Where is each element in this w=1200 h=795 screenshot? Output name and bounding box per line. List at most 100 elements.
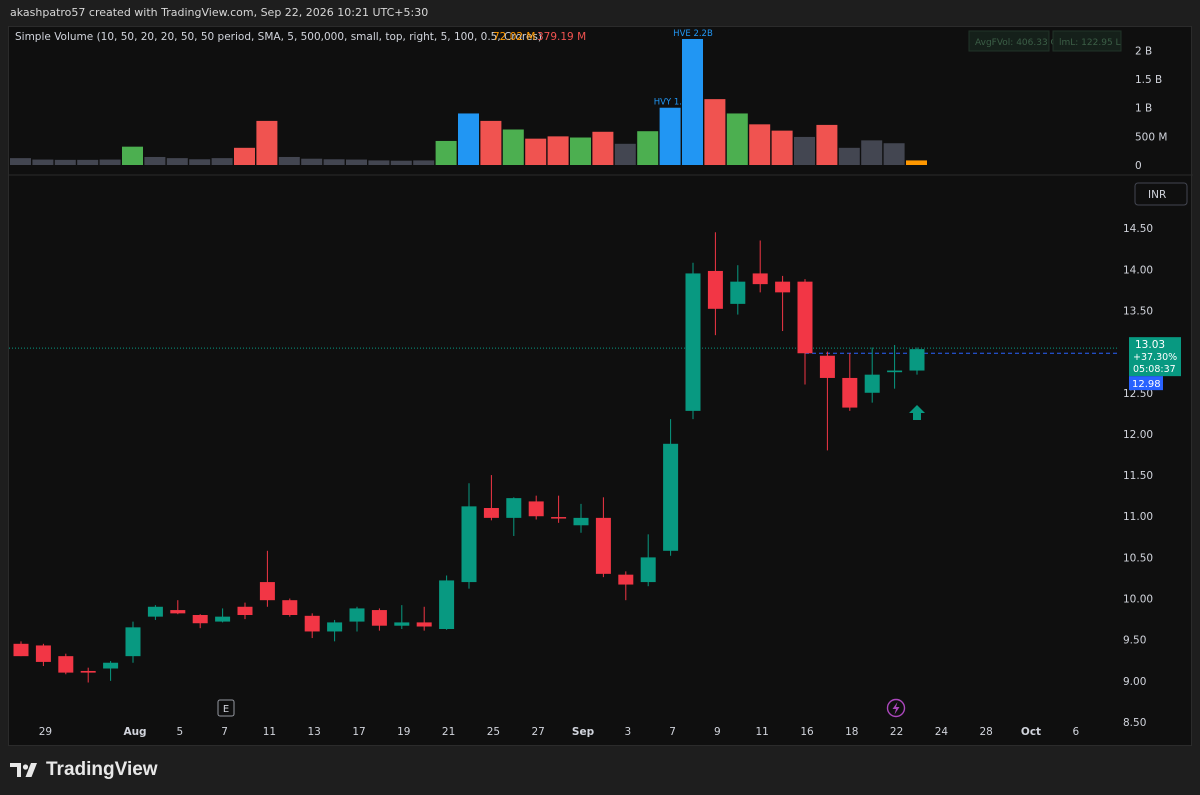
volume-bar [525, 138, 547, 165]
volume-bar [77, 159, 99, 165]
tradingview-logo-icon [10, 763, 37, 777]
candle-body [506, 498, 522, 518]
indicator-label: Simple Volume (10, 50, 20, 20, 50, 50 pe… [15, 31, 542, 43]
price-y-tick: 10.50 [1123, 552, 1153, 564]
candle-body [864, 374, 880, 393]
volume-bar [659, 107, 681, 165]
candle-body [416, 622, 432, 627]
price-y-tick: 9.50 [1123, 635, 1146, 647]
x-axis-tick: 19 [397, 726, 410, 738]
x-axis-tick: 9 [714, 726, 721, 738]
x-axis-tick: 3 [624, 726, 631, 738]
volume-bar [256, 120, 278, 165]
volume-bar [413, 160, 435, 165]
x-axis-tick: 6 [1072, 726, 1079, 738]
lml-text: lmL: 122.95 L [1059, 38, 1121, 48]
volume-bar [122, 146, 143, 165]
candle-body [640, 557, 656, 583]
x-axis-tick: 24 [935, 726, 949, 738]
currency-button-label[interactable]: INR [1148, 189, 1166, 201]
lightning-glyph-icon [892, 702, 900, 715]
candle-body [259, 582, 275, 601]
volume-bar [749, 124, 771, 165]
candle-body [327, 622, 343, 632]
volume-bar [99, 159, 121, 165]
volume-bar [771, 130, 793, 165]
volume-bar [234, 147, 255, 165]
x-axis-tick: 21 [442, 726, 455, 738]
volume-bar [861, 140, 883, 165]
volume-bar [480, 120, 502, 165]
x-axis-tick: 7 [669, 726, 676, 738]
x-axis-tick: Oct [1021, 726, 1041, 738]
candle-body [595, 517, 611, 574]
volume-bar [10, 158, 31, 165]
candle-body [13, 643, 29, 657]
candle-body [842, 377, 858, 408]
volume-y-tick: 0 [1135, 160, 1142, 172]
avgfvol-text: AvgFVol: 406.33 Cr [975, 38, 1061, 48]
candle-body [80, 670, 96, 673]
volume-bar [838, 147, 860, 165]
price-y-tick: 14.50 [1123, 223, 1153, 235]
price-y-tick: 12.00 [1123, 429, 1153, 441]
x-axis-tick: 17 [352, 726, 365, 738]
x-axis-tick: 7 [221, 726, 228, 738]
volume-bar [458, 113, 479, 165]
x-axis-tick: 27 [532, 726, 545, 738]
indicator-value-1: 72.02 M [493, 31, 535, 43]
x-axis-tick: 5 [176, 726, 183, 738]
header-caption: akashpatro57 created with TradingView.co… [10, 6, 429, 19]
volume-bar [637, 131, 659, 165]
volume-bar [435, 140, 457, 165]
volume-bar [547, 136, 569, 165]
volume-bar [189, 159, 211, 165]
volume-bar [278, 156, 300, 165]
prev-close-text: 12.98 [1132, 379, 1161, 390]
candle-body [461, 506, 477, 583]
chart-area[interactable]: Simple Volume (10, 50, 20, 20, 50, 50 pe… [8, 26, 1193, 746]
volume-bar [54, 159, 76, 165]
volume-bar [704, 99, 726, 165]
price-y-tick: 11.00 [1123, 511, 1153, 523]
x-axis-tick: 11 [263, 726, 276, 738]
volume-bar [346, 159, 367, 165]
candle-body [439, 580, 455, 629]
volume-bar [32, 159, 54, 165]
footer: TradingView [10, 757, 158, 783]
candle-body [103, 662, 119, 669]
candle-body [282, 600, 298, 615]
candle-body [215, 616, 231, 622]
buy-arrow-icon [909, 405, 925, 420]
hve-label: HVE 2.2B [673, 29, 713, 39]
candle-body [304, 615, 320, 632]
volume-bar [883, 143, 905, 165]
tradingview-frame: akashpatro57 created with TradingView.co… [0, 0, 1200, 795]
x-axis-tick: 13 [308, 726, 321, 738]
price-y-tick: 14.00 [1123, 264, 1153, 276]
volume-y-tick: 2 B [1135, 45, 1152, 57]
price-tag-change: +37.30% [1133, 352, 1177, 363]
volume-y-tick: 500 M [1135, 131, 1167, 143]
volume-bar [906, 160, 927, 165]
chart-svg: Simple Volume (10, 50, 20, 20, 50, 50 pe… [9, 29, 1193, 738]
candle-body [707, 270, 723, 309]
x-axis-tick: 28 [980, 726, 993, 738]
price-y-tick: 10.00 [1123, 594, 1153, 606]
candle-body [528, 501, 544, 517]
candle-body [618, 574, 634, 585]
price-tag-countdown: 05:08:37 [1133, 364, 1176, 375]
candle-body [349, 608, 365, 622]
x-axis-tick: 18 [845, 726, 858, 738]
candle-body [663, 443, 679, 551]
x-axis-tick: 16 [800, 726, 814, 738]
volume-bar [301, 158, 323, 165]
indicator-value-2: 379.19 M [537, 31, 586, 43]
earnings-marker-label[interactable]: E [223, 704, 229, 715]
price-y-tick: 8.50 [1123, 717, 1146, 729]
volume-bar [368, 160, 390, 165]
candle-body [819, 355, 835, 378]
tradingview-logo[interactable]: TradingView [10, 759, 158, 781]
footer-brand: TradingView [46, 759, 158, 780]
candle-body [35, 645, 51, 662]
